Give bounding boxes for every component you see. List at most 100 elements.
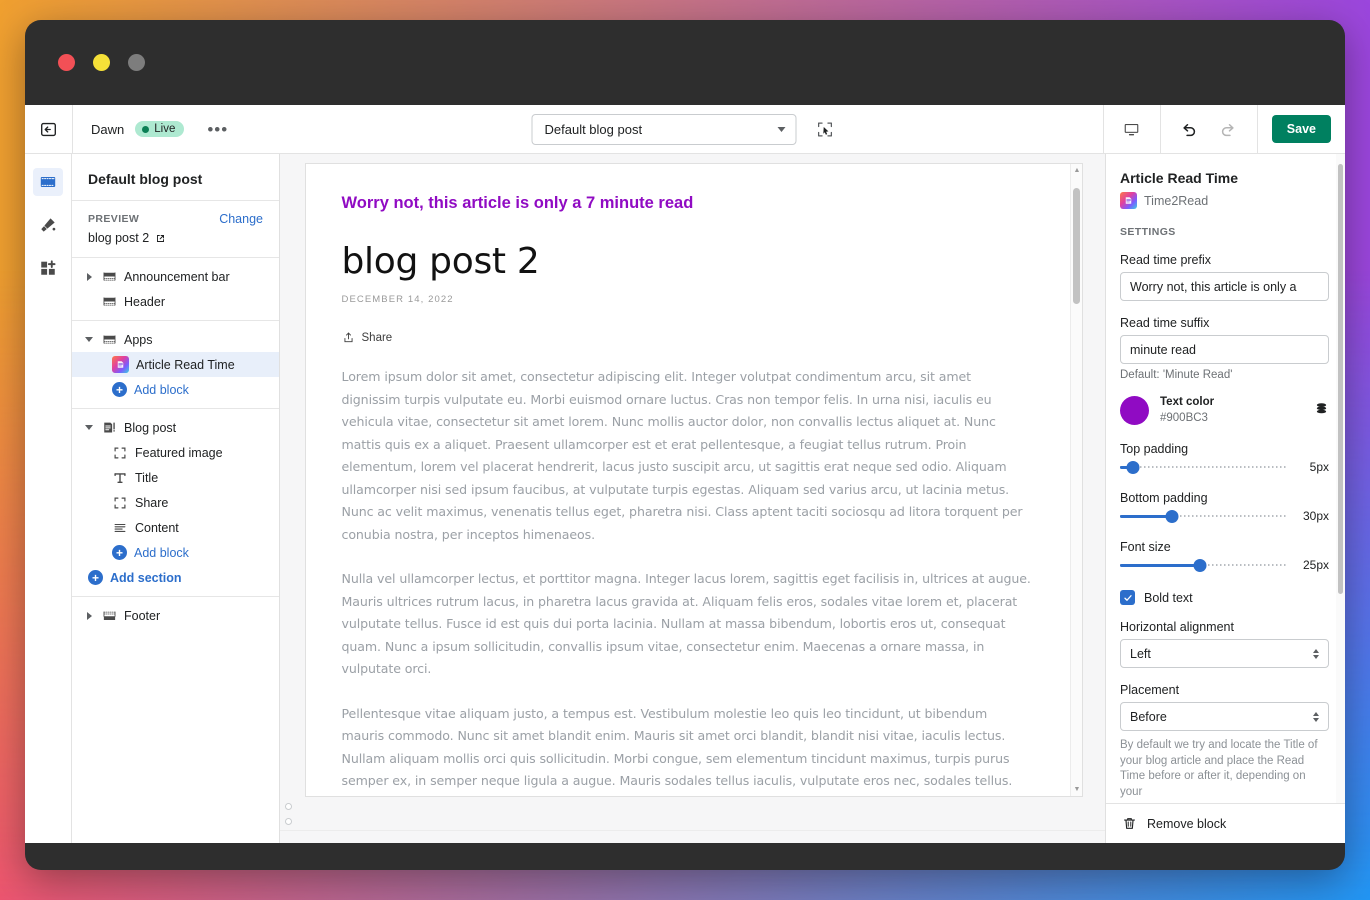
placement-label: Placement (1120, 683, 1180, 698)
change-preview-link[interactable]: Change (219, 212, 263, 226)
settings-scrollbar[interactable] (1336, 154, 1345, 803)
save-button[interactable]: Save (1271, 115, 1331, 143)
bottom-padding-slider-row: 30px (1120, 508, 1329, 524)
sidebar-item-header[interactable]: Header (72, 289, 279, 314)
sidebar-item-label: Share (135, 495, 169, 510)
sidebar-item-blog-post[interactable]: Blog post (72, 415, 279, 440)
storefront-preview-frame: Worry not, this article is only a 7 minu… (304, 163, 1083, 797)
sidebar-item-title[interactable]: Title (72, 465, 279, 490)
sections-icon (40, 177, 56, 187)
close-window-button[interactable] (58, 54, 75, 71)
scroll-up-arrow-icon[interactable]: ▲ (1074, 167, 1081, 174)
theme-more-actions-button[interactable]: ••• (201, 121, 234, 138)
suffix-field-label: Read time suffix (1120, 316, 1210, 330)
editor-rail (25, 154, 72, 843)
editor-toolbar: Dawn Live ••• Default blog post Save (25, 105, 1345, 154)
post-paragraph: Lorem ipsum dolor sit amet, consectetur … (341, 369, 1023, 542)
inspector-toggle-button[interactable] (811, 115, 839, 143)
preview-label: PREVIEW (88, 213, 140, 225)
status-badge: Live (135, 121, 185, 137)
placement-select[interactable]: Before (1120, 702, 1329, 732)
sidebar-item-featured-image[interactable]: Featured image (72, 440, 279, 465)
top-padding-slider-row: 5px (1120, 459, 1329, 475)
desktop-icon (1124, 123, 1139, 135)
desktop-preview-button[interactable] (1118, 115, 1146, 143)
page-selector-dropdown[interactable]: Default blog post (531, 113, 797, 145)
remove-block-button[interactable]: Remove block (1106, 803, 1345, 843)
read-time-prefix-input[interactable] (1120, 272, 1329, 301)
twisty-collapsed-icon[interactable] (84, 611, 94, 620)
rail-item-theme-settings[interactable] (33, 211, 63, 239)
settings-scroll-thumb[interactable] (1338, 164, 1343, 594)
text-title-icon (112, 471, 128, 485)
status-badge-label: Live (154, 123, 176, 135)
sidebar-item-apps[interactable]: Apps (72, 327, 279, 352)
toolbar-left-group: Dawn Live ••• (73, 121, 234, 138)
exit-editor-button[interactable] (25, 105, 73, 153)
sidebar-item-label: Title (135, 470, 159, 485)
font-size-slider[interactable] (1120, 557, 1287, 573)
share-upload-icon (343, 332, 353, 343)
rail-item-app-embeds[interactable] (33, 254, 63, 282)
scroll-down-arrow-icon[interactable]: ▼ (1074, 786, 1081, 793)
top-padding-slider[interactable] (1120, 459, 1287, 475)
sidebar-item-content[interactable]: Content (72, 515, 279, 540)
image-placeholder-icon (112, 496, 128, 510)
plus-circle-icon: + (88, 570, 103, 585)
minimize-window-button[interactable] (93, 54, 110, 71)
rail-item-sections[interactable] (33, 168, 63, 196)
preview-vertical-scrollbar[interactable]: ▲ ▼ (1069, 164, 1082, 796)
redo-button[interactable] (1215, 115, 1243, 143)
font-size-value: 25px (1302, 558, 1329, 573)
preview-content: Worry not, this article is only a 7 minu… (306, 164, 1070, 796)
live-dot-icon (142, 125, 150, 133)
placement-value: Before (1130, 709, 1167, 724)
sidebar-add-block-blog-post[interactable]: + Add block (72, 540, 279, 565)
sidebar-add-block-apps[interactable]: + Add block (72, 377, 279, 402)
settings-section-label: SETTINGS (1120, 226, 1176, 238)
text-color-swatch[interactable] (1120, 396, 1149, 426)
undo-button[interactable] (1175, 115, 1203, 143)
sidebar-item-label: Header (124, 294, 165, 309)
sidebar-add-section[interactable]: + Add section (72, 565, 279, 590)
bottom-padding-value: 30px (1302, 509, 1329, 524)
plus-circle-icon: + (112, 545, 127, 560)
redo-icon (1222, 123, 1234, 136)
bold-text-row[interactable]: Bold text (1120, 590, 1329, 606)
alignment-value: Left (1130, 646, 1151, 661)
settings-app-row: Time2Read (1120, 192, 1329, 209)
browser-window: Dawn Live ••• Default blog post Save Def… (25, 20, 1345, 870)
maximize-window-button[interactable] (128, 54, 145, 71)
twisty-expanded-icon[interactable] (84, 337, 94, 342)
window-titlebar (25, 20, 1345, 105)
device-preview-group (1102, 105, 1160, 153)
editor-body: Default blog post PREVIEW Change blog po… (25, 154, 1345, 843)
undo-icon (1183, 123, 1196, 136)
sidebar-item-share[interactable]: Share (72, 490, 279, 515)
image-placeholder-icon (112, 446, 128, 460)
blog-post-icon (101, 420, 117, 435)
sidebar-item-label: Add block (134, 382, 189, 397)
sidebar-item-footer[interactable]: Footer (72, 603, 279, 628)
font-size-slider-row: 25px (1120, 557, 1329, 573)
bold-text-checkbox[interactable] (1120, 590, 1135, 606)
app-name-label: Time2Read (1144, 193, 1209, 208)
preview-horizontal-scrollbar[interactable] (280, 830, 1105, 843)
preview-scroll-thumb[interactable] (1072, 188, 1080, 304)
read-time-suffix-input[interactable] (1120, 335, 1329, 364)
twisty-expanded-icon[interactable] (84, 425, 94, 430)
sidebar-item-announcement-bar[interactable]: Announcement bar (72, 264, 279, 289)
share-label: Share (361, 331, 393, 344)
twisty-collapsed-icon[interactable] (84, 272, 94, 281)
sidebar-resize-handle[interactable] (284, 803, 293, 825)
sidebar-preview-block: PREVIEW Change blog post 2 (72, 200, 279, 257)
plus-circle-icon: + (112, 382, 127, 397)
bottom-padding-slider[interactable] (1120, 508, 1287, 524)
text-color-row: Text color #900BC3 (1120, 395, 1329, 426)
horizontal-alignment-select[interactable]: Left (1120, 639, 1329, 669)
sidebar-item-article-read-time[interactable]: Article Read Time (72, 352, 279, 377)
color-library-icon[interactable] (1314, 401, 1329, 421)
share-button[interactable]: Share (342, 331, 1034, 344)
toolbar-right-group: Save (1102, 105, 1345, 153)
external-link-icon[interactable] (155, 233, 166, 244)
